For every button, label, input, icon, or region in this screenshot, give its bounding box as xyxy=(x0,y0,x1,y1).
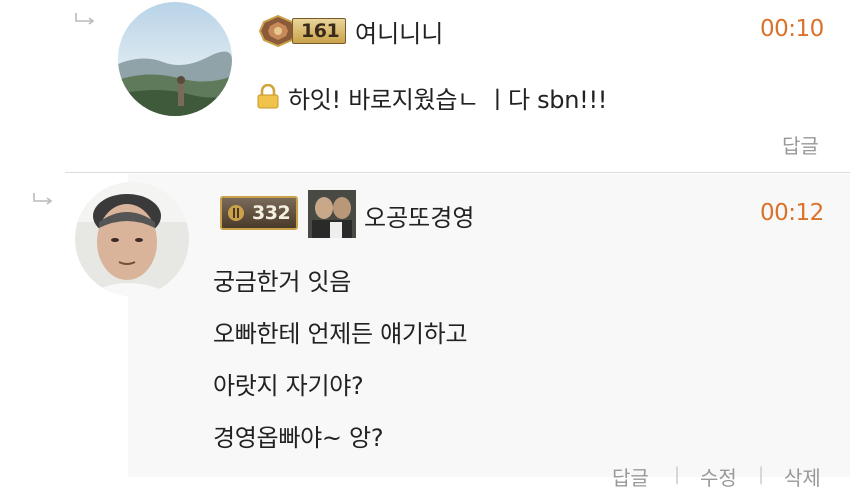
comment-text-line: 아랏지 자기야? xyxy=(213,372,364,400)
nickname[interactable]: 오공또경영 xyxy=(364,198,474,233)
level-badge: 161 xyxy=(258,14,347,48)
comment-text-line: 오빠한테 언제든 얘기하고 xyxy=(213,320,468,348)
level-number: 332 xyxy=(252,202,291,224)
comment-text-line: 궁금한거 잇음 xyxy=(213,268,352,296)
level-number: 161 xyxy=(301,20,340,42)
nickname[interactable]: 여니니니 xyxy=(355,14,443,49)
reply-button[interactable]: 답글 xyxy=(782,130,819,159)
avatar[interactable] xyxy=(118,2,232,116)
comment-text: 하잇! 바로지웠습ㄴ ㅣ다 sbn!!! xyxy=(288,86,608,114)
lock-icon xyxy=(257,84,279,109)
profile-thumbnail xyxy=(308,190,356,238)
level-badge: 332 xyxy=(220,196,299,230)
separator: | xyxy=(758,464,765,485)
divider xyxy=(65,172,850,173)
timestamp: 00:10 xyxy=(760,16,824,42)
separator: | xyxy=(674,464,681,485)
reply-arrow-icon xyxy=(75,13,95,25)
reply-arrow-icon xyxy=(33,193,53,205)
rank-emblem-icon xyxy=(228,205,244,221)
comment-text-line: 경영옵빠야~ 앙? xyxy=(213,424,384,452)
avatar[interactable] xyxy=(75,182,189,296)
timestamp: 00:12 xyxy=(760,200,824,226)
